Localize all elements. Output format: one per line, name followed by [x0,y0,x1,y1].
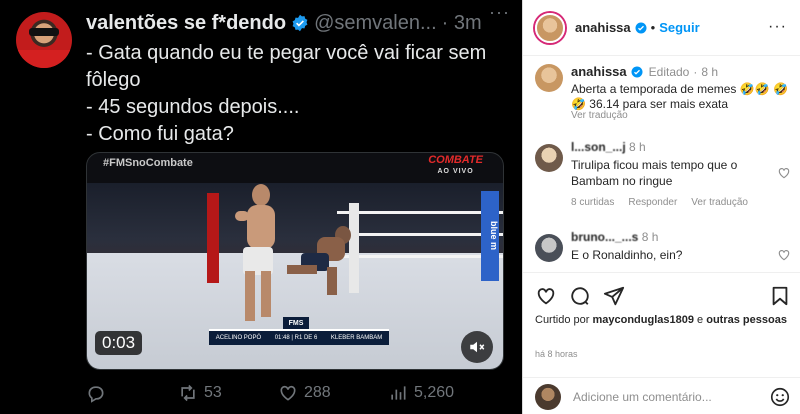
liked-by-prefix: Curtido por [535,314,590,326]
reply-link[interactable]: Responder [628,197,677,208]
like-count: 288 [304,384,331,401]
video-duration: 0:03 [95,331,143,355]
comment-item: bruno..._...s 8 h E o Ronaldinho, ein? [535,230,791,270]
retweet-button[interactable]: 53 [178,383,278,403]
ring-sponsor-banner: blue m [481,191,499,281]
current-user-avatar [535,383,561,410]
heart-icon [280,385,296,401]
retweet-count: 53 [204,384,222,401]
comment-header: l...son_...j 8 h [571,140,646,154]
fight-scoreboard: ACELINO POPÓ 01:48 | R1 DE 6 KLEBER BAMB… [209,329,389,345]
comment-time: 8 h [641,230,659,244]
verified-badge-icon [631,66,643,77]
caption-time: 8 h [701,64,719,79]
video-hashtag: #FMSnoCombate [103,157,193,169]
retweet-icon [181,384,195,402]
comment-username[interactable]: bruno..._...s [571,230,638,244]
verified-badge-icon [292,14,308,32]
speaker-muted-icon [470,341,485,353]
like-heart-icon[interactable] [535,285,557,307]
ring-rope [337,233,503,236]
fighter-falling-figure [287,226,351,295]
tweet-header: valentões se f*dendo @semvalen... · 3m [86,10,506,36]
caption-username[interactable]: anahissa [571,64,627,79]
scoreboard-clock: 01:48 | R1 DE 6 [274,335,318,341]
comment-likes[interactable]: 8 curtidas [571,197,614,208]
follow-button[interactable]: Seguir [659,20,699,35]
tweet-author-avatar[interactable] [16,12,72,68]
more-options-icon[interactable]: ··· [768,18,787,36]
author-avatar[interactable] [535,12,565,43]
view-count: 5,260 [414,384,455,401]
scoreboard-right-fighter: KLEBER BAMBAM [330,335,383,341]
tweet-line: - Como fui gata? [86,123,234,145]
comment-header: bruno..._...s 8 h [571,230,658,244]
caption-header: anahissa Editado · 8 h [571,64,719,79]
comment-text: Tirulipa ficou mais tempo que o Bambam n… [571,158,738,188]
channel-live-label: AO VIVO [437,168,474,175]
instagram-post-panel: anahissa • Seguir ··· anahissa Editado ·… [522,0,800,414]
channel-name: COMBATE [428,154,483,166]
tweet-time: · 3m [441,11,482,34]
edited-label: Editado [648,64,690,79]
views-button[interactable]: 5,260 [388,383,488,403]
liked-by-user[interactable]: mayconduglas1809 [592,314,694,326]
comment-avatar[interactable] [535,144,563,172]
header-separator: • [650,20,656,35]
tweet-text: - Gata quando eu te pegar você vai ficar… [86,40,506,148]
caption-author-avatar[interactable] [535,64,563,92]
reply-button[interactable] [86,383,178,403]
tweet-card: valentões se f*dendo @semvalen... · 3m ·… [0,0,522,414]
tweet-more-options-icon[interactable]: ··· [489,2,510,23]
views-icon [391,386,406,400]
liked-by-suffix: e [697,314,704,326]
author-username[interactable]: anahissa [575,20,631,35]
save-bookmark-icon[interactable] [769,285,791,307]
post-action-icons [535,283,791,309]
verified-badge-icon [635,22,647,33]
ring-rope [337,255,503,258]
tweet-video[interactable]: blue m #FMSnoCombate COMBATE AO VIVO FMS… [86,152,504,370]
post-header: anahissa • Seguir ··· [523,0,800,56]
comment-username[interactable]: l...son_...j [571,140,626,154]
see-translation-link[interactable]: Ver tradução [571,110,628,121]
scoreboard-left-fighter: ACELINO POPÓ [215,335,262,341]
see-translation-link[interactable]: Ver tradução [691,197,748,208]
comment-like-heart-icon[interactable] [777,248,791,262]
comment-item: l...son_...j 8 h Tirulipa ficou mais tem… [535,140,791,220]
tweet-display-name[interactable]: valentões se f*dendo [86,12,286,35]
tweet-line: - Gata quando eu te pegar você vai ficar… [86,42,487,64]
mute-button[interactable] [461,331,493,363]
fighter-standing-figure [235,184,275,321]
add-comment-input[interactable]: Adicione um comentário... [573,390,712,404]
share-paper-plane-icon[interactable] [603,285,625,307]
add-comment-bar: Adicione um comentário... [523,377,800,414]
tweet-handle[interactable]: @semvalen... [314,12,437,35]
comment-meta: 8 curtidas Responder Ver tradução [571,197,748,208]
tweet-actions: 53 288 5,260 [86,380,506,406]
tweet-line: fôlego [86,69,141,91]
post-timestamp: há 8 horas [535,349,578,359]
comment-text: E o Ronaldinho, ein? [571,248,683,262]
comment-like-heart-icon[interactable] [777,166,791,180]
ring-corner-post [207,193,219,283]
post-actions-section: Curtido por mayconduglas1809 e outras pe… [523,272,800,414]
tweet-line: - 45 segundos depois.... [86,96,300,118]
caption-text: Aberta a temporada de memes 🤣🤣 🤣🤣 36.14 … [571,82,788,111]
comment-bubble-icon[interactable] [569,285,591,307]
liked-by-others[interactable]: outras pessoas [706,314,787,326]
comment-avatar[interactable] [535,234,563,262]
liked-by-text: Curtido por mayconduglas1809 e outras pe… [535,313,791,328]
comment-time: 8 h [629,140,646,154]
like-button[interactable]: 288 [278,383,388,403]
ring-rope [337,211,503,214]
emoji-picker-icon[interactable] [769,386,791,408]
reply-icon [88,386,104,403]
channel-logo: COMBATE AO VIVO [428,155,483,177]
